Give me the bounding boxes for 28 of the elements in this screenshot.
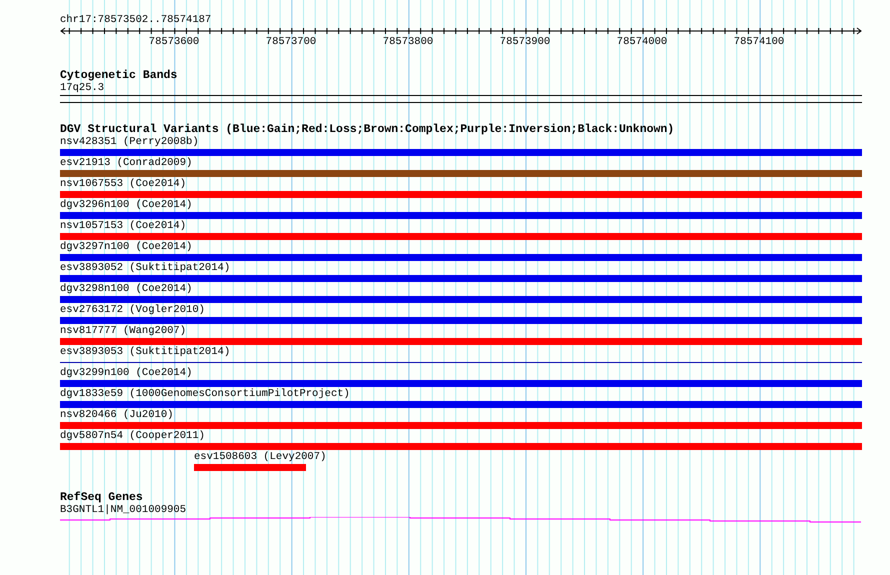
track-title: RefSeq Genes (60, 491, 144, 504)
variant-label: dgv3298n100 (Coe2014) (60, 283, 194, 295)
variant-label: dgv1833e59 (1000GenomesConsortiumPilotProject) (60, 388, 351, 400)
variant-label: esv1508603 (Levy2007) (194, 451, 328, 463)
band-label: 17q25.3 (60, 82, 106, 94)
track-title: DGV Structural Variants (Blue:Gain;Red:Loss;Brown:Complex;Purple:Inversion;Black:Unknown) (60, 123, 676, 136)
variant-label: dgv3296n100 (Coe2014) (60, 199, 194, 211)
variant-label: nsv1057153 (Coe2014) (60, 220, 188, 232)
variant-label: nsv1067553 (Coe2014) (60, 178, 188, 190)
track-title: Cytogenetic Bands (60, 69, 178, 82)
variant-label: nsv428351 (Perry2008b) (60, 136, 200, 148)
variant-label: dgv5807n54 (Cooper2011) (60, 430, 206, 442)
variant-label: esv2763172 (Vogler2010) (60, 304, 206, 316)
variant-label: esv3893052 (Suktitipat2014) (60, 262, 232, 274)
ruler-tick-label: 78573600 (148, 36, 200, 48)
variant-label: nsv817777 (Wang2007) (60, 325, 188, 337)
variant-label: esv3893053 (Suktitipat2014) (60, 346, 232, 358)
ruler-tick-label: 78573700 (266, 36, 316, 48)
ruler-tick-label: 78573900 (500, 36, 550, 48)
ruler-tick-label: 78574100 (734, 36, 784, 48)
variant-label: esv21913 (Conrad2009) (60, 157, 194, 169)
gene-label: B3GNTL1|NM_001009905 (60, 504, 188, 516)
ruler-tick-label: 78574000 (616, 36, 668, 48)
ruler-tick-label: 78573800 (382, 36, 434, 48)
variant-label: nsv820466 (Ju2010) (60, 409, 174, 421)
variant-label: dgv3297n100 (Coe2014) (60, 241, 194, 253)
position-text: chr17:78573502..78574187 (60, 14, 212, 26)
variant-label: dgv3299n100 (Coe2014) (60, 367, 194, 379)
